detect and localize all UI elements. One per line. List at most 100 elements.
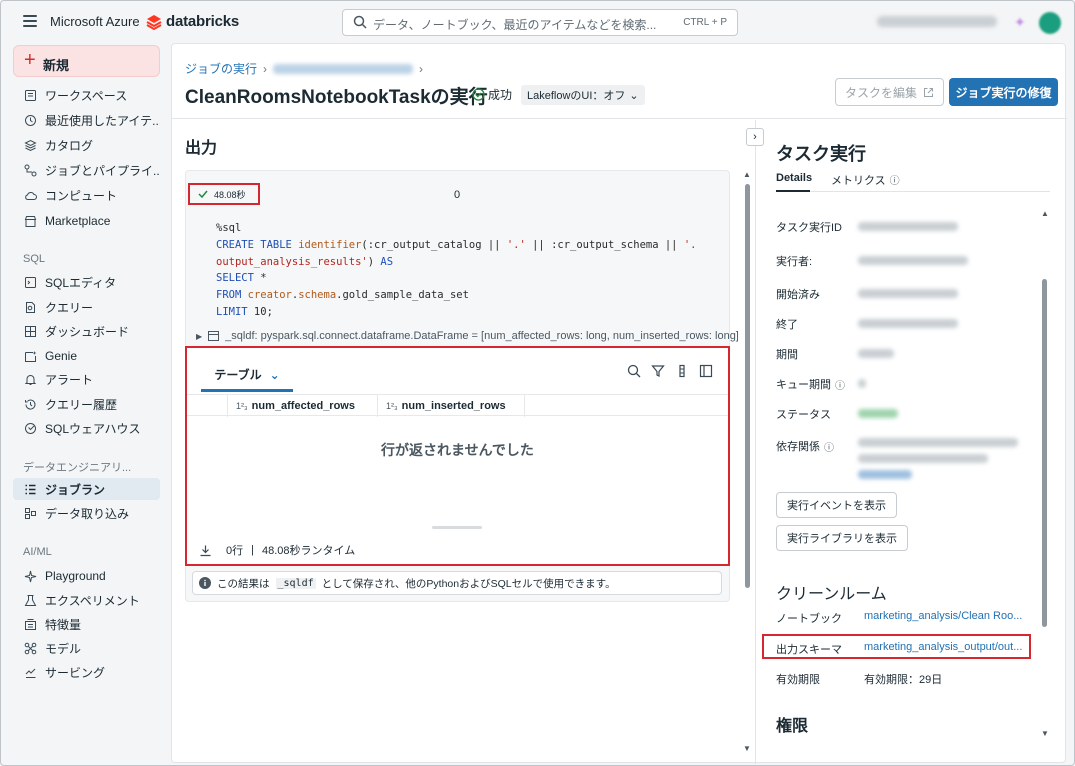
column-header[interactable]: 1²₃ num_affected_rows (227, 395, 377, 417)
horizontal-scrollbar[interactable] (432, 526, 482, 529)
sidebar-item-sql-warehouses[interactable]: SQLウェアハウス (13, 417, 160, 439)
column-header[interactable]: 1²₃ num_inserted_rows (377, 395, 525, 417)
output-heading: 出力 (185, 140, 218, 157)
dependencies-link[interactable] (858, 470, 912, 479)
task-panel-scrollbar[interactable]: ▲ ▼ (1040, 209, 1049, 739)
label-text: 開始済み (776, 289, 820, 301)
tab-table[interactable]: テーブル ⌄ (201, 360, 293, 392)
permissions-heading: 権限 (776, 718, 809, 735)
sidebar-item-serving[interactable]: サービング (13, 661, 160, 683)
info-code: _sqldf (275, 577, 316, 589)
view-run-libraries-button[interactable]: 実行ライブラリを表示 (776, 525, 908, 551)
sidebar-item-job-runs[interactable]: ジョブラン (13, 478, 160, 500)
databricks-logo[interactable]: databricks (146, 13, 239, 30)
label-text: 依存関係 (776, 441, 820, 453)
search-shortcut: CTRL + P (683, 17, 727, 28)
column-settings-icon[interactable] (675, 364, 689, 378)
scroll-down-icon[interactable]: ▼ (1041, 729, 1049, 738)
assistant-icon[interactable]: ✦ (1014, 14, 1026, 31)
search-icon[interactable] (627, 364, 641, 378)
sidebar-item-workflows[interactable]: ジョブとパイプライ... (13, 159, 160, 181)
sidebar-item-query-history[interactable]: クエリー履歴 (13, 393, 160, 415)
sidebar-item-compute[interactable]: コンピュート (13, 184, 160, 206)
tab-details[interactable]: Details (776, 172, 812, 192)
sidebar-item-sql-editor[interactable]: SQLエディタ (13, 271, 160, 293)
sidebar-item-label: ジョブとパイプライ... (45, 163, 160, 178)
sidebar-item-label: モデル (45, 641, 82, 656)
download-icon[interactable] (199, 544, 212, 557)
sidebar-panel-icon[interactable] (699, 364, 713, 378)
feature-icon (23, 617, 37, 631)
sidebar: + 新規 ワークスペース 最近使用したアイテ... カタログ ジョブとパイプライ… (1, 43, 171, 765)
info-icon (199, 577, 211, 589)
scroll-up-icon[interactable]: ▲ (1041, 209, 1049, 218)
sidebar-item-dashboards[interactable]: ダッシュボード (13, 320, 160, 342)
info-icon: ⓘ (889, 176, 900, 187)
edit-task-button[interactable]: タスクを編集 (835, 78, 944, 106)
run-by-value (858, 256, 968, 265)
sidebar-item-genie[interactable]: Genie (13, 345, 160, 367)
sidebar-item-label: ダッシュボード (45, 324, 130, 339)
label-text: タスク実行ID (776, 222, 842, 234)
output-schema-link[interactable]: marketing_analysis_output/out... (864, 641, 1022, 653)
collapse-panel-button[interactable]: › (746, 128, 764, 146)
empty-result-message: 行が返されませんでした (381, 442, 534, 458)
scrollbar-thumb[interactable] (745, 184, 750, 588)
output-schema-label: 出力スキーマ (776, 644, 842, 656)
row-count: 0行 (226, 545, 244, 557)
new-button[interactable]: + 新規 (13, 45, 160, 77)
marketplace-icon (23, 214, 37, 228)
breadcrumb-job-name[interactable] (273, 63, 414, 74)
started-value (858, 289, 958, 298)
tab-metrics-label: メトリクス (831, 175, 886, 187)
numeric-type-icon: 1²₃ (236, 401, 248, 411)
filter-icon[interactable] (651, 364, 665, 378)
scroll-up-icon[interactable]: ▲ (743, 170, 751, 179)
sidebar-item-recents[interactable]: 最近使用したアイテ... (13, 109, 160, 131)
sidebar-item-label: データ取り込み (45, 506, 130, 521)
execution-count: 0 (454, 189, 461, 201)
ingest-icon (23, 506, 37, 520)
breadcrumb-job-runs[interactable]: ジョブの実行 (185, 60, 257, 77)
triangle-right-icon: ▶ (196, 331, 203, 341)
sidebar-item-catalog[interactable]: カタログ (13, 134, 160, 156)
cloud-icon (23, 188, 37, 202)
page-title: CleanRoomsNotebookTaskの実行 (185, 87, 488, 108)
scrollbar-thumb[interactable] (1042, 279, 1047, 627)
sidebar-item-data-ingestion[interactable]: データ取り込み (13, 502, 160, 524)
repair-run-button[interactable]: ジョブ実行の修復 (949, 78, 1058, 106)
dependencies-value (858, 438, 1018, 447)
workspace-selector[interactable] (877, 16, 997, 27)
sidebar-item-playground[interactable]: Playground (13, 565, 160, 587)
sidebar-item-alerts[interactable]: アラート (13, 368, 160, 390)
sidebar-item-label: Playground (45, 569, 106, 583)
status-value (858, 409, 898, 418)
sidebar-item-label: クエリー履歴 (45, 397, 118, 412)
output-scrollbar[interactable]: ▲ ▼ (742, 170, 751, 754)
sidebar-item-experiments[interactable]: エクスペリメント (13, 589, 160, 611)
sidebar-item-features[interactable]: 特徴量 (13, 613, 160, 635)
sidebar-item-workspace[interactable]: ワークスペース (13, 84, 160, 106)
query-icon (23, 300, 37, 314)
menu-icon[interactable] (23, 15, 37, 27)
sidebar-item-label: SQLウェアハウス (45, 421, 141, 436)
notebook-link[interactable]: marketing_analysis/Clean Roo... (864, 610, 1022, 622)
sidebar-item-models[interactable]: モデル (13, 637, 160, 659)
view-run-events-button[interactable]: 実行イベントを表示 (776, 492, 897, 518)
sqldf-variable[interactable]: ▶ _sqldf: pyspark.sql.connect.dataframe.… (196, 330, 739, 342)
started-label: 開始済み (776, 286, 820, 302)
dependencies-value (858, 454, 988, 463)
sidebar-item-queries[interactable]: クエリー (13, 296, 160, 318)
breadcrumb: ジョブの実行 › › (185, 60, 423, 77)
sidebar-item-marketplace[interactable]: Marketplace (13, 210, 160, 232)
avatar[interactable] (1039, 12, 1061, 34)
model-icon (23, 641, 37, 655)
folder-icon (23, 88, 37, 102)
clean-room-heading: クリーンルーム (776, 586, 887, 603)
tab-metrics[interactable]: メトリクス ⓘ (831, 172, 900, 192)
search-input[interactable]: データ、ノートブック、最近のアイテムなどを検索... CTRL + P (342, 9, 738, 36)
sidebar-item-label: クエリー (45, 300, 94, 315)
lakeflow-ui-toggle[interactable]: LakeflowのUI：オフ ⌄ (521, 85, 645, 105)
queue-duration-label: キュー期間 ⓘ (776, 376, 845, 392)
scroll-down-icon[interactable]: ▼ (743, 744, 751, 753)
